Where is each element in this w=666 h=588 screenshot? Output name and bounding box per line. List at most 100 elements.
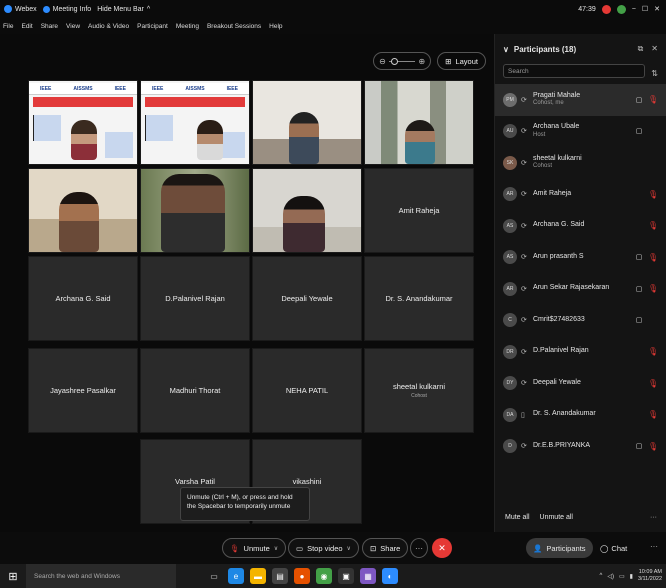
more-options-icon[interactable]: ··· (650, 542, 658, 551)
mic-muted-icon[interactable]: 🎙 (648, 253, 658, 262)
more-button[interactable]: ··· (410, 538, 428, 558)
participant-row[interactable]: DR ⟳ D.Palanivel Rajan · 🎙 (495, 336, 666, 368)
video-tile-5[interactable] (28, 168, 138, 253)
mic-muted-icon[interactable]: 🎙 (648, 221, 658, 230)
share-button[interactable]: ⊡ Share (362, 538, 409, 558)
app-icon[interactable]: ▦ (360, 568, 376, 584)
participants-panel: ∨ Participants (18) ⧉ ✕ Search ⇅ PM ⟳ Pra… (494, 34, 666, 532)
network-icon[interactable]: ▭ (619, 573, 625, 580)
participant-row[interactable]: AR ⟳ Arun Sekar Rajasekaran ▢ 🎙 (495, 273, 666, 305)
participant-row[interactable]: D ⟳ Dr.E.B.PRIYANKA ▢ 🎙 (495, 431, 666, 463)
menu-breakout-sessions[interactable]: Breakout Sessions (207, 23, 261, 30)
task-view-icon[interactable]: ▭ (206, 568, 222, 584)
participant-row[interactable]: PM ⟳ Pragati Mahale Cohost, me ▢ 🎙 (495, 84, 666, 116)
notification-icon[interactable]: ▮ (630, 573, 633, 580)
clock[interactable]: 10:09 AM 3/11/2022 (638, 569, 662, 582)
windows-start-icon[interactable]: ⊞ (0, 564, 26, 588)
participant-tile[interactable]: NEHA PATIL (252, 348, 362, 433)
participant-row[interactable]: AS ⟳ Arun prasanth S ▢ 🎙 (495, 242, 666, 274)
edge-icon[interactable]: e (228, 568, 244, 584)
zoom-out-icon[interactable]: ⊖ (379, 57, 386, 66)
volume-icon[interactable]: ◁) (607, 573, 614, 580)
hide-menu-bar-button[interactable]: Hide Menu Bar ^ (97, 6, 150, 13)
participant-tile[interactable]: Archana G. Said (28, 256, 138, 341)
webex-taskbar-icon[interactable]: ◐ (382, 568, 398, 584)
mic-muted-icon[interactable]: 🎙 (648, 95, 658, 104)
avatar: AS (503, 250, 517, 265)
zoom-slider[interactable]: ⊖ ⊕ (373, 52, 432, 70)
participant-tile[interactable]: Dr. S. Anandakumar (364, 256, 474, 341)
firefox-icon[interactable]: ● (294, 568, 310, 584)
mic-muted-icon[interactable]: 🎙 (648, 284, 658, 293)
participant-search-input[interactable]: Search (503, 64, 645, 78)
participant-row[interactable]: SK ⟳ sheetal kulkarniCohost · · (495, 147, 666, 179)
avatar: AR (503, 281, 517, 296)
menu-edit[interactable]: Edit (21, 23, 32, 30)
video-tile-4[interactable] (364, 80, 474, 165)
participant-row[interactable]: DY ⟳ Deepali Yewale · 🎙 (495, 368, 666, 400)
video-tile-7[interactable] (252, 168, 362, 253)
participant-row[interactable]: AU ⟳ Archana UbaleHost ▢ · (495, 116, 666, 148)
mic-muted-icon[interactable]: 🎙 (648, 410, 658, 419)
sort-icon[interactable]: ⇅ (651, 69, 658, 78)
participant-row[interactable]: C ⟳ Cmrit$27482633 ▢ · (495, 305, 666, 337)
popout-icon[interactable]: ⧉ (638, 44, 644, 54)
chevron-down-icon[interactable]: ∨ (503, 45, 509, 54)
menu-share[interactable]: Share (41, 23, 58, 30)
participant-person (161, 174, 225, 252)
close-panel-icon[interactable]: ✕ (651, 44, 658, 54)
stop-video-button[interactable]: ▭ Stop video ∨ (288, 538, 359, 558)
webex-app[interactable]: Webex (4, 5, 37, 13)
participant-tile[interactable]: Madhuri Thorat (140, 348, 250, 433)
menu-help[interactable]: Help (269, 23, 282, 30)
video-tile-6[interactable] (140, 168, 250, 253)
file-explorer-icon[interactable]: ▬ (250, 568, 266, 584)
menu-meeting[interactable]: Meeting (176, 23, 199, 30)
mic-muted-icon[interactable]: 🎙 (648, 190, 658, 199)
participants-button[interactable]: 👤 Participants (526, 538, 593, 558)
taskbar-search[interactable]: Search the web and Windows (26, 564, 176, 588)
menu-file[interactable]: File (3, 23, 13, 30)
leave-meeting-button[interactable]: ✕ (432, 538, 452, 558)
unmute-all-button[interactable]: Unmute all (540, 514, 573, 521)
menu-audio-video[interactable]: Audio & Video (88, 23, 129, 30)
participant-face (197, 120, 223, 160)
maximize-button[interactable]: ☐ (642, 5, 648, 13)
zoom-in-icon[interactable]: ⊕ (418, 57, 425, 66)
video-tile-poster-2[interactable]: IEEE AISSMS IEEE (140, 80, 250, 165)
mute-all-button[interactable]: Mute all (505, 514, 530, 521)
mic-muted-icon: 🎙 (230, 543, 240, 553)
video-tile-3[interactable] (252, 80, 362, 165)
close-button[interactable]: ✕ (654, 5, 660, 13)
meeting-info-button[interactable]: Meeting Info (42, 5, 91, 13)
mic-muted-icon[interactable]: 🎙 (648, 442, 658, 451)
store-icon[interactable]: ▤ (272, 568, 288, 584)
participant-row[interactable]: DA ▯ Dr. S. Anandakumar · 🎙 (495, 399, 666, 431)
menu-participant[interactable]: Participant (137, 23, 168, 30)
mic-muted-icon[interactable]: 🎙 (648, 347, 658, 356)
minimize-button[interactable]: − (632, 6, 636, 13)
participant-tile[interactable]: D.Palanivel Rajan (140, 256, 250, 341)
participant-row[interactable]: AS ⟳ Archana G. Said · 🎙 (495, 210, 666, 242)
search-placeholder: Search (508, 67, 529, 75)
app-icon[interactable]: ▣ (338, 568, 354, 584)
unmute-button[interactable]: 🎙 Unmute ∨ (222, 538, 287, 558)
video-tile-poster-1[interactable]: IEEE AISSMS IEEE (28, 80, 138, 165)
more-options-icon[interactable]: ··· (650, 514, 657, 521)
layout-button[interactable]: ⊞ Layout (437, 52, 486, 70)
participant-tile[interactable]: sheetal kulkarni Cohost (364, 348, 474, 433)
chat-button[interactable]: ◯ Chat (600, 538, 627, 558)
mic-muted-icon[interactable]: 🎙 (648, 379, 658, 388)
menu-view[interactable]: View (66, 23, 80, 30)
tray-chevron-icon[interactable]: ^ (600, 573, 603, 579)
unmute-tooltip: Unmute (Ctrl + M), or press and hold the… (180, 487, 310, 521)
participant-row[interactable]: AR ⟳ Amit Raheja · 🎙 (495, 179, 666, 211)
participant-tile[interactable]: Jayashree Pasalkar (28, 348, 138, 433)
title-bar: Webex Meeting Info Hide Menu Bar ^ 47:39 … (0, 0, 666, 18)
chevron-down-icon[interactable]: ∨ (274, 545, 278, 552)
participant-tile[interactable]: Amit Raheja (364, 168, 474, 253)
chevron-down-icon[interactable]: ∨ (347, 545, 351, 552)
participant-tile[interactable]: Deepali Yewale (252, 256, 362, 341)
zoom-knob[interactable] (390, 57, 398, 65)
chrome-icon[interactable]: ◉ (316, 568, 332, 584)
